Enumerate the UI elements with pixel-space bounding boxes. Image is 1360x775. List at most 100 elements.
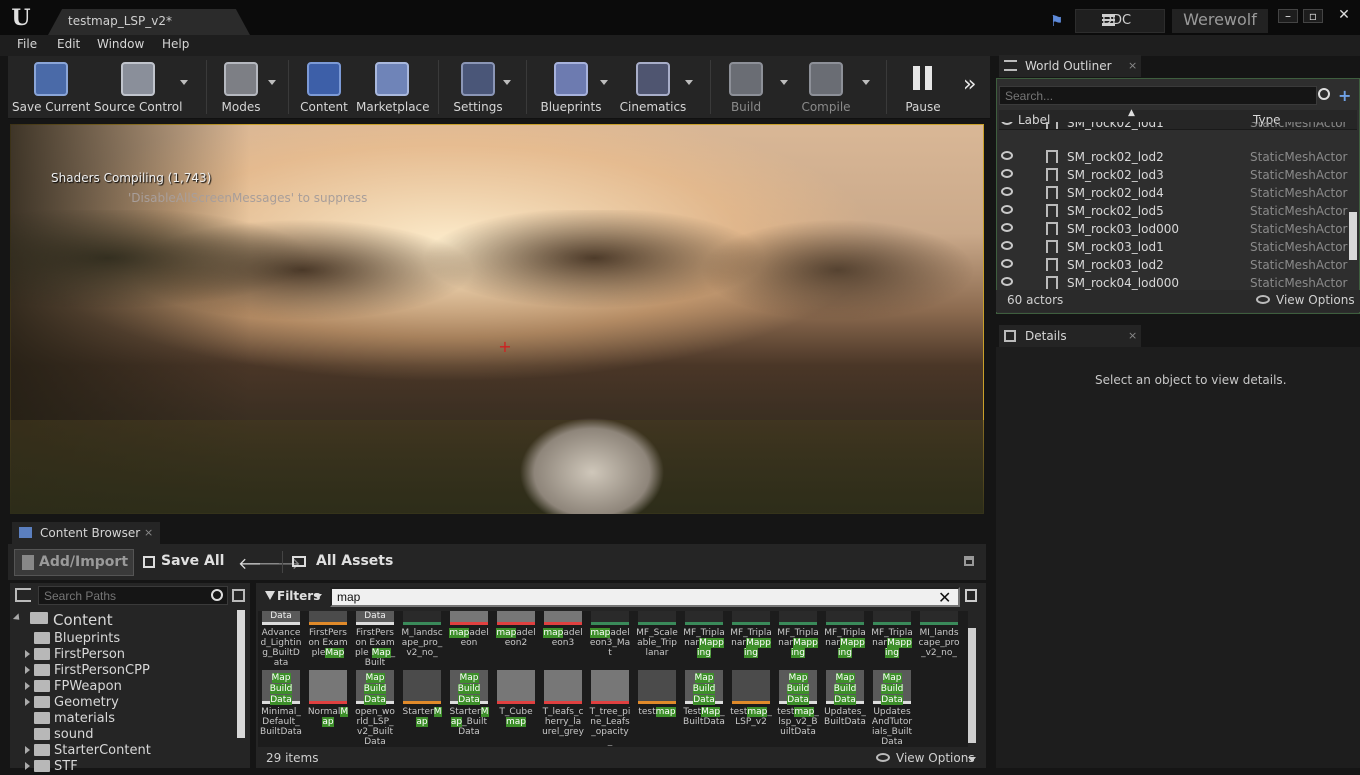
asset-tile[interactable]: MF_TriplanarMapping bbox=[777, 611, 819, 667]
folder-tree-item[interactable]: Blueprints bbox=[20, 631, 230, 647]
save-current-button[interactable]: Save Current bbox=[12, 58, 90, 116]
outliner-search-input[interactable] bbox=[999, 86, 1317, 105]
asset-tile[interactable]: mapadeleon3 bbox=[542, 611, 584, 667]
asset-tile[interactable]: testmap bbox=[636, 670, 678, 746]
asset-tile[interactable]: Map Build Data TestMap_BuiltData bbox=[683, 670, 725, 746]
outliner-row[interactable]: SM_rock03_lod1 StaticMeshActor bbox=[999, 238, 1349, 256]
visibility-eye-icon[interactable] bbox=[1001, 205, 1013, 214]
asset-tile[interactable]: testmap_LSP_v2 bbox=[730, 670, 772, 746]
lock-icon[interactable] bbox=[964, 556, 974, 566]
outliner-row[interactable]: SM_rock03_lod2 StaticMeshActor bbox=[999, 256, 1349, 274]
minimize-button[interactable]: – bbox=[1278, 9, 1298, 23]
outliner-row[interactable]: SM_rock03_lod000 StaticMeshActor bbox=[999, 220, 1349, 238]
clear-filter-icon[interactable]: ✕ bbox=[938, 588, 951, 607]
visibility-eye-icon[interactable] bbox=[1001, 169, 1013, 178]
asset-tile[interactable]: mapadeleon bbox=[448, 611, 490, 667]
sources-toggle-icon[interactable] bbox=[15, 588, 31, 602]
path-view-options-icon[interactable] bbox=[232, 589, 245, 602]
menu-edit[interactable]: Edit bbox=[57, 37, 80, 51]
visibility-eye-icon[interactable] bbox=[1001, 187, 1013, 196]
close-window-button[interactable]: ✕ bbox=[1334, 8, 1354, 23]
asset-tile[interactable]: M_landscape_pro_v2_no_ bbox=[401, 611, 443, 667]
asset-tile[interactable]: MF_TriplanarMapping bbox=[683, 611, 725, 667]
folder-tree-item[interactable]: FirstPersonCPP bbox=[20, 663, 230, 679]
folder-tree-item[interactable]: materials bbox=[20, 711, 230, 727]
asset-tile[interactable]: FirstPerson ExampleMap bbox=[307, 611, 349, 667]
compile-dropdown-icon[interactable] bbox=[862, 80, 870, 85]
folder-tree-item[interactable]: STF bbox=[20, 759, 230, 775]
asset-filter-input[interactable] bbox=[330, 587, 960, 607]
asset-tile[interactable]: Data Advanced_Lighting_BuiltData bbox=[260, 611, 302, 667]
collapse-arrow-icon[interactable] bbox=[12, 613, 23, 623]
compile-button[interactable]: Compile bbox=[798, 58, 854, 116]
asset-tile[interactable]: mapadeleon2 bbox=[495, 611, 537, 667]
asset-tile[interactable]: mapadeleon3_Mat bbox=[589, 611, 631, 667]
folder-tree-item[interactable]: sound bbox=[20, 727, 230, 743]
outliner-row[interactable]: SM_rock02_lod3 StaticMeshActor bbox=[999, 166, 1349, 184]
add-filter-icon[interactable]: + bbox=[1338, 86, 1351, 105]
marketplace-button[interactable]: Marketplace bbox=[356, 58, 430, 116]
asset-tile[interactable]: MF_TriplanarMapping bbox=[824, 611, 866, 667]
folder-tree-item[interactable]: FPWeapon bbox=[20, 679, 230, 695]
asset-tile[interactable]: StarterMap bbox=[401, 670, 443, 746]
asset-tile[interactable]: Map Build Data StarterMap_BuiltData bbox=[448, 670, 490, 746]
outliner-row[interactable]: SM_rock02_lod4 StaticMeshActor bbox=[999, 184, 1349, 202]
asset-tile[interactable]: MF_TriplanarMapping bbox=[871, 611, 913, 667]
cinematics-button[interactable]: Cinematics bbox=[618, 58, 688, 116]
blueprints-dropdown-icon[interactable] bbox=[600, 80, 608, 85]
content-view-options-button[interactable]: View Options bbox=[876, 751, 975, 765]
path-breadcrumb[interactable]: All Assets bbox=[292, 553, 393, 569]
modes-button[interactable]: Modes bbox=[210, 58, 272, 116]
content-button[interactable]: Content bbox=[296, 58, 352, 116]
save-search-icon[interactable] bbox=[965, 589, 977, 602]
visibility-eye-icon[interactable] bbox=[1001, 277, 1013, 286]
learn-icon[interactable]: ⚑ bbox=[1050, 13, 1066, 29]
source-control-button[interactable]: Source Control bbox=[94, 58, 182, 116]
asset-scrollbar[interactable] bbox=[968, 628, 976, 743]
build-button[interactable]: Build bbox=[718, 58, 774, 116]
outliner-scrollbar[interactable] bbox=[1349, 212, 1357, 260]
blueprints-button[interactable]: Blueprints bbox=[538, 58, 604, 116]
visibility-eye-icon[interactable] bbox=[1001, 151, 1013, 160]
menu-help[interactable]: Help bbox=[162, 37, 189, 51]
modes-dropdown-icon[interactable] bbox=[268, 80, 276, 85]
content-browser-close-icon[interactable]: × bbox=[144, 526, 153, 539]
asset-tile[interactable]: MF_TriplanarMapping bbox=[730, 611, 772, 667]
visibility-eye-icon[interactable] bbox=[1001, 259, 1013, 268]
asset-tile[interactable]: T_tree_pine_Leafs_opacity_ bbox=[589, 670, 631, 746]
outliner-row[interactable]: SM_rock02_lod5 StaticMeshActor bbox=[999, 202, 1349, 220]
asset-tile[interactable]: MF_Scaleable_Triplanar bbox=[636, 611, 678, 667]
expand-arrow-icon[interactable] bbox=[25, 762, 30, 770]
settings-dropdown-icon[interactable] bbox=[503, 80, 511, 85]
asset-tile[interactable]: Data FirstPerson Example Map_Built bbox=[354, 611, 396, 667]
outliner-row[interactable]: SM_rock02_lod1 StaticMeshActor bbox=[999, 122, 1349, 132]
world-outliner-close-icon[interactable]: × bbox=[1128, 59, 1137, 72]
menu-window[interactable]: Window bbox=[97, 37, 144, 51]
tab-world-outliner[interactable]: World Outliner bbox=[999, 55, 1141, 77]
asset-tile[interactable]: Map Build Data testmap_lsp_v2_BuiltData bbox=[777, 670, 819, 746]
details-close-icon[interactable]: × bbox=[1128, 329, 1137, 342]
expand-arrow-icon[interactable] bbox=[25, 746, 30, 754]
folder-tree-item[interactable]: Geometry bbox=[20, 695, 230, 711]
visibility-eye-icon[interactable] bbox=[1001, 122, 1013, 125]
asset-tile[interactable]: T_leafs_cherry_laurel_grey bbox=[542, 670, 584, 746]
maximize-button[interactable]: ▫ bbox=[1303, 9, 1323, 23]
visibility-eye-icon[interactable] bbox=[1001, 241, 1013, 250]
source-control-dropdown-icon[interactable] bbox=[180, 80, 188, 85]
asset-tile[interactable]: Map Build Data UpdatesAndTutorials_BuiltD… bbox=[871, 670, 913, 746]
outliner-view-options-button[interactable]: View Options bbox=[1256, 293, 1356, 309]
pause-button[interactable]: Pause bbox=[896, 58, 950, 116]
expand-arrow-icon[interactable] bbox=[25, 698, 30, 706]
build-dropdown-icon[interactable] bbox=[780, 80, 788, 85]
ddc-button[interactable]: DDC bbox=[1075, 9, 1165, 33]
tab-details[interactable]: Details bbox=[999, 325, 1141, 347]
visibility-eye-icon[interactable] bbox=[1001, 223, 1013, 232]
cinematics-dropdown-icon[interactable] bbox=[685, 80, 693, 85]
asset-tile[interactable]: Map Build Data Minimal_Default_BuiltData bbox=[260, 670, 302, 746]
asset-tile[interactable]: NormalMap bbox=[307, 670, 349, 746]
asset-tile[interactable]: Map Build Data Updates_BuiltData bbox=[824, 670, 866, 746]
toolbar-overflow-button[interactable]: » bbox=[963, 72, 976, 97]
tree-scrollbar[interactable] bbox=[237, 610, 245, 738]
expand-arrow-icon[interactable] bbox=[25, 650, 30, 658]
outliner-row[interactable]: SM_rock02_lod2 StaticMeshActor bbox=[999, 148, 1349, 166]
